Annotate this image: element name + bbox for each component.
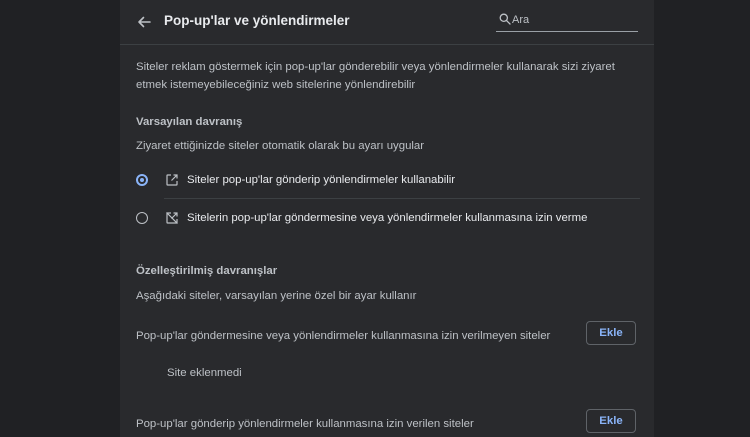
- custom-behavior-subtitle: Aşağıdaki siteler, varsayılan yerine öze…: [136, 290, 417, 302]
- option-block-popups-label: Sitelerin pop-up'lar göndermesine veya y…: [187, 212, 588, 224]
- search-box[interactable]: [496, 8, 638, 32]
- add-blocked-site-button[interactable]: Ekle: [586, 321, 636, 345]
- radio-allow-popups[interactable]: [136, 174, 148, 186]
- back-button[interactable]: [134, 12, 154, 32]
- arrow-back-icon: [138, 16, 151, 28]
- default-behavior-subtitle: Ziyaret ettiğinizde siteler otomatik ola…: [136, 140, 425, 152]
- blocked-sites-empty: Site eklenmedi: [167, 367, 242, 379]
- radio-block-popups[interactable]: [136, 212, 148, 224]
- page-header: Pop-up'lar ve yönlendirmeler: [120, 0, 654, 45]
- popup-blocked-icon: [166, 212, 178, 224]
- settings-panel: Pop-up'lar ve yönlendirmeler Siteler rek…: [120, 0, 654, 437]
- option-allow-popups-label: Siteler pop-up'lar gönderip yönlendirmel…: [187, 174, 456, 186]
- left-gutter: [0, 0, 120, 437]
- custom-behavior-heading: Özelleştirilmiş davranışlar: [136, 265, 278, 277]
- option-block-popups[interactable]: Sitelerin pop-up'lar göndermesine veya y…: [120, 201, 654, 237]
- page-description: Siteler reklam göstermek için pop-up'lar…: [136, 61, 615, 91]
- option-allow-popups[interactable]: Siteler pop-up'lar gönderip yönlendirmel…: [120, 163, 654, 199]
- add-allowed-site-button[interactable]: Ekle: [586, 409, 636, 433]
- search-input[interactable]: [512, 11, 632, 29]
- divider: [164, 198, 640, 199]
- default-behavior-heading: Varsayılan davranış: [136, 116, 243, 128]
- search-icon: [499, 13, 511, 25]
- right-gutter: [654, 0, 750, 437]
- blocked-sites-label: Pop-up'lar göndermesine veya yönlendirme…: [136, 330, 551, 342]
- open-in-new-icon: [166, 174, 178, 186]
- page-title: Pop-up'lar ve yönlendirmeler: [164, 13, 350, 28]
- allowed-sites-label: Pop-up'lar gönderip yönlendirmeler kulla…: [136, 418, 474, 430]
